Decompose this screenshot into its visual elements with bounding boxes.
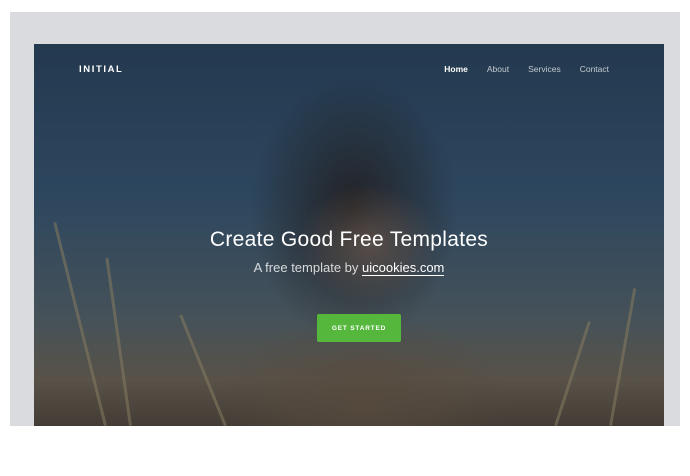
nav-item-about[interactable]: About <box>487 64 509 74</box>
wheat-stalk <box>53 221 107 426</box>
top-nav: INITIAL Home About Services Contact <box>34 44 664 94</box>
hero-subtitle: A free template by uicookies.com <box>34 260 664 276</box>
wheat-stalk <box>609 287 637 426</box>
brand-logo[interactable]: INITIAL <box>79 64 123 75</box>
get-started-button[interactable]: GET STARTED <box>317 314 401 342</box>
wheat-stalk <box>105 257 132 426</box>
wheat-stalk <box>179 314 227 426</box>
browser-frame: INITIAL Home About Services Contact Crea… <box>10 12 680 426</box>
nav-item-services[interactable]: Services <box>528 64 561 74</box>
uicookies-link[interactable]: uicookies.com <box>362 260 445 276</box>
hero-title: Create Good Free Templates <box>209 228 489 251</box>
wheat-stalk <box>554 320 591 426</box>
nav-item-home[interactable]: Home <box>444 64 468 74</box>
nav-menu: Home About Services Contact <box>444 64 609 74</box>
hero-subtitle-text: A free template by <box>253 260 359 275</box>
nav-item-contact[interactable]: Contact <box>580 64 609 74</box>
hero-section: INITIAL Home About Services Contact Crea… <box>34 44 664 426</box>
